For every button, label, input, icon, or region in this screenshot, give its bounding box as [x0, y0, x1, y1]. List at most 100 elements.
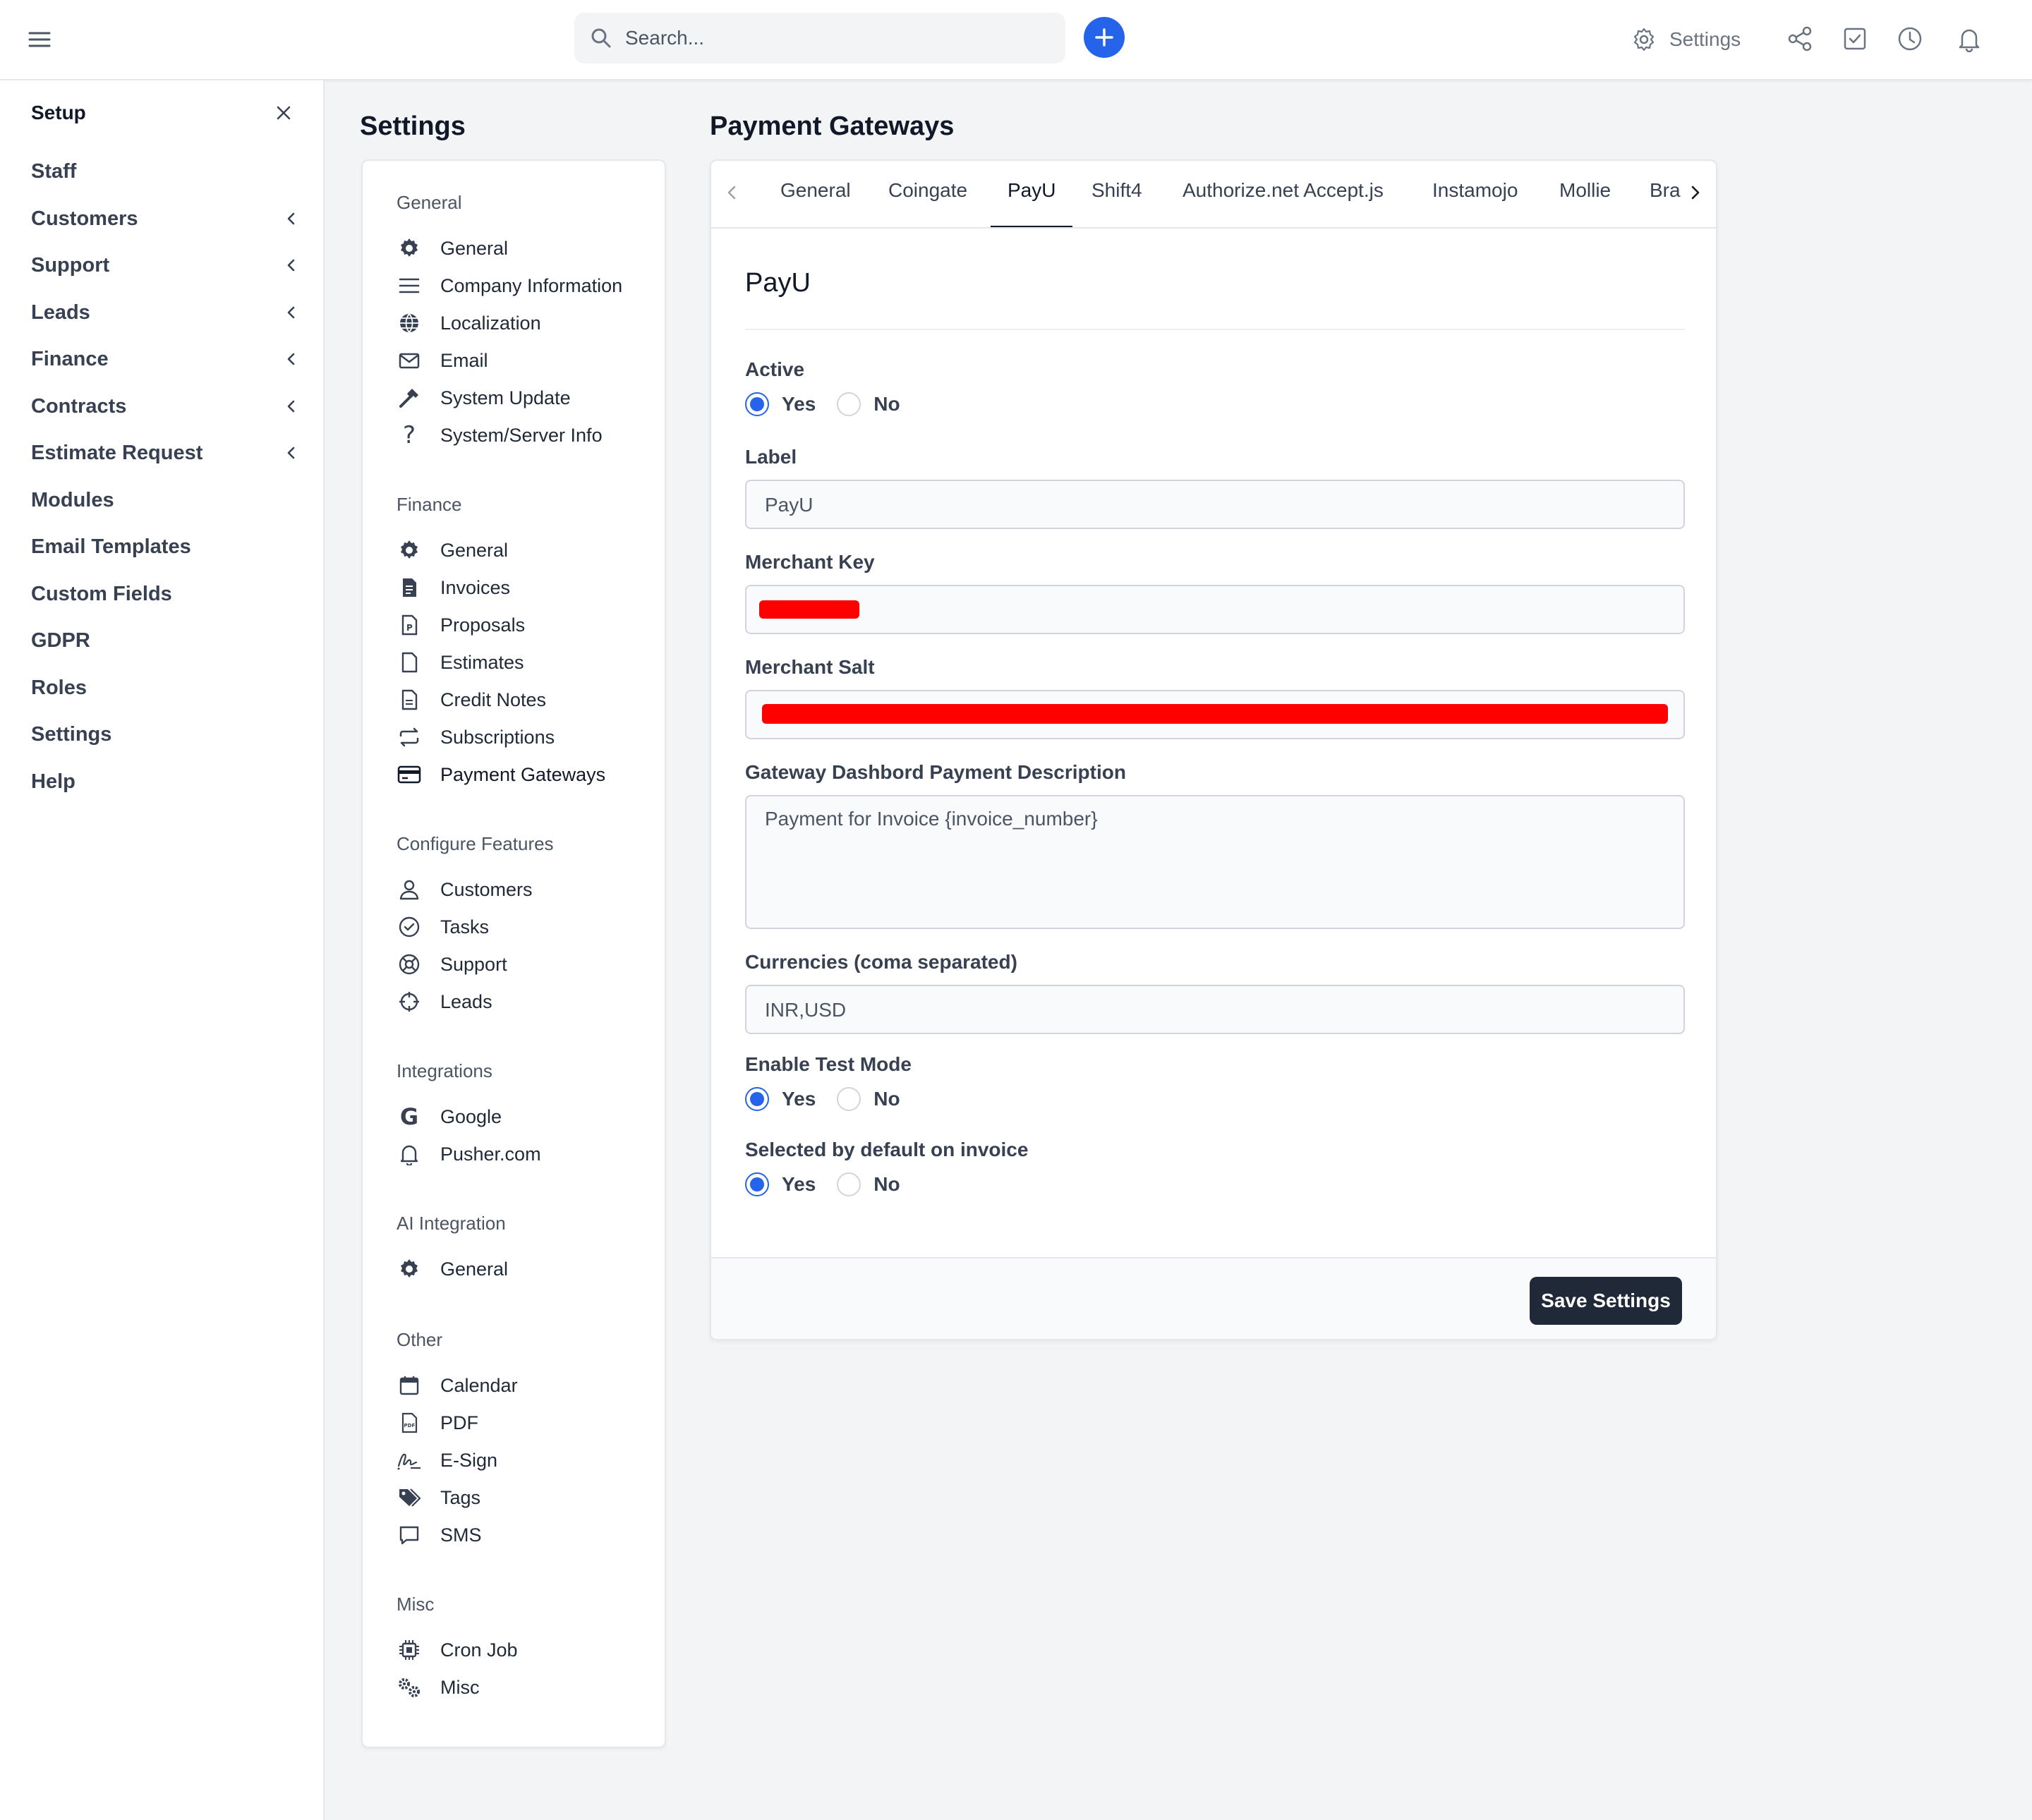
nav-features-leads[interactable]: Leads: [397, 986, 492, 1017]
nav-pusher[interactable]: Pusher.com: [397, 1139, 541, 1170]
sidebar-item-customers[interactable]: Customers: [31, 201, 299, 236]
quick-create-button[interactable]: [1084, 17, 1125, 58]
clock-icon[interactable]: [1897, 25, 1923, 52]
merchant-salt-input[interactable]: [745, 690, 1685, 739]
settings-link[interactable]: Settings: [1631, 27, 1741, 52]
nav-features-support[interactable]: Support: [397, 949, 507, 980]
globe-icon: [397, 310, 422, 336]
envelope-icon: [397, 348, 422, 373]
nav-sms[interactable]: SMS: [397, 1519, 482, 1551]
nav-proposals[interactable]: P Proposals: [397, 609, 525, 641]
sidebar-item-leads[interactable]: Leads: [31, 295, 299, 330]
sidebar-item-modules[interactable]: Modules: [31, 483, 299, 518]
nav-tags[interactable]: Tags: [397, 1482, 480, 1513]
sidebar-item-estimate-request[interactable]: Estimate Request: [31, 435, 299, 471]
nav-payment-gateways[interactable]: Payment Gateways: [397, 759, 605, 790]
sidebar-item-help[interactable]: Help: [31, 764, 299, 799]
nav-subscriptions[interactable]: Subscriptions: [397, 722, 555, 753]
nav-system-server-info[interactable]: ? System/Server Info: [397, 420, 603, 451]
nav-email[interactable]: Email: [397, 345, 488, 376]
sidebar-item-staff[interactable]: Staff: [31, 154, 299, 189]
group-title-misc: Misc: [397, 1594, 435, 1615]
default-yes-radio[interactable]: [745, 1172, 769, 1196]
sidebar-item-roles[interactable]: Roles: [31, 670, 299, 705]
tab-braintree[interactable]: Bra: [1650, 179, 1681, 202]
nav-features-customers[interactable]: Customers: [397, 874, 533, 905]
test-mode-yes-radio[interactable]: [745, 1087, 769, 1111]
sidebar-item-label: Contracts: [31, 394, 127, 418]
merchant-key-label: Merchant Key: [745, 551, 875, 573]
nav-credit-notes[interactable]: Credit Notes: [397, 684, 546, 715]
tab-coingate[interactable]: Coingate: [888, 179, 967, 202]
sidebar-item-gdpr[interactable]: GDPR: [31, 623, 299, 658]
nav-general-general[interactable]: General: [397, 233, 508, 264]
description-label: Gateway Dashbord Payment Description: [745, 761, 1126, 783]
default-on-invoice-radio-group: Yes No: [745, 1172, 900, 1196]
chat-icon: [397, 1522, 422, 1548]
sidebar-item-label: Estimate Request: [31, 442, 203, 464]
nav-company-information[interactable]: Company Information: [397, 270, 622, 301]
nav-localization[interactable]: Localization: [397, 308, 541, 339]
tab-authorize-net[interactable]: Authorize.net Accept.js: [1183, 179, 1384, 202]
menu-icon[interactable]: [27, 27, 52, 52]
bell-icon[interactable]: [1956, 25, 1983, 52]
close-icon[interactable]: [275, 104, 292, 121]
merchant-key-input[interactable]: [745, 585, 1685, 634]
label-input[interactable]: PayU: [745, 480, 1685, 529]
sidebar-title: Setup: [31, 102, 86, 123]
tab-mollie[interactable]: Mollie: [1559, 179, 1611, 202]
tab-shift4[interactable]: Shift4: [1091, 179, 1142, 202]
check-circle-icon: [397, 914, 422, 940]
checkbox-icon[interactable]: [1842, 25, 1868, 52]
group-title-finance: Finance: [397, 494, 462, 515]
nav-estimates[interactable]: Estimates: [397, 647, 524, 678]
search-input[interactable]: Search...: [574, 13, 1065, 63]
tab-instamojo[interactable]: Instamojo: [1432, 179, 1518, 202]
sidebar-item-label: Finance: [31, 348, 109, 370]
group-title-ai-integration: AI Integration: [397, 1213, 506, 1234]
description-textarea[interactable]: Payment for Invoice {invoice_number}: [745, 795, 1685, 929]
save-settings-button[interactable]: Save Settings: [1530, 1277, 1682, 1325]
label-field-label: Label: [745, 446, 797, 468]
sidebar-item-label: Help: [31, 770, 75, 793]
sidebar-item-email-templates[interactable]: Email Templates: [31, 529, 299, 564]
sidebar-item-support[interactable]: Support: [31, 248, 299, 283]
test-mode-radio-group: Yes No: [745, 1087, 900, 1111]
gear-icon: [1633, 28, 1655, 51]
sidebar-item-contracts[interactable]: Contracts: [31, 389, 299, 424]
active-yes-radio[interactable]: [745, 392, 769, 416]
invoice-icon: [397, 575, 422, 600]
sidebar-item-finance[interactable]: Finance: [31, 341, 299, 377]
tab-general[interactable]: General: [780, 179, 851, 202]
sidebar-item-settings[interactable]: Settings: [31, 717, 299, 752]
nav-calendar[interactable]: Calendar: [397, 1370, 518, 1401]
nav-google[interactable]: G Google: [397, 1101, 502, 1132]
share-icon[interactable]: [1786, 25, 1813, 52]
nav-invoices[interactable]: Invoices: [397, 572, 510, 603]
chevron-right-icon[interactable]: [1685, 182, 1706, 203]
nav-finance-general[interactable]: General: [397, 535, 508, 566]
tab-payu[interactable]: PayU: [1008, 179, 1056, 202]
active-tab-indicator: [991, 226, 1072, 227]
default-no-radio[interactable]: [837, 1172, 861, 1196]
nav-cron-job[interactable]: Cron Job: [397, 1634, 518, 1666]
nav-misc[interactable]: Misc: [397, 1672, 480, 1703]
nav-pdf[interactable]: PDF PDF: [397, 1407, 478, 1438]
nav-ai-general[interactable]: General: [397, 1254, 508, 1285]
active-no-radio[interactable]: [837, 392, 861, 416]
sidebar-item-label: Customers: [31, 207, 138, 230]
test-mode-no-radio[interactable]: [837, 1087, 861, 1111]
chevron-left-icon: [284, 305, 299, 320]
lifebuoy-icon: [397, 952, 422, 977]
svg-text:P: P: [406, 623, 413, 633]
gear-icon: [397, 538, 422, 563]
gear-icon: [397, 1256, 422, 1282]
sidebar-item-custom-fields[interactable]: Custom Fields: [31, 576, 299, 612]
nav-e-sign[interactable]: E-Sign: [397, 1445, 497, 1476]
settings-nav-panel: General General Company Information Loca…: [361, 159, 666, 1748]
currencies-input[interactable]: INR,USD: [745, 985, 1685, 1034]
nav-system-update[interactable]: System Update: [397, 382, 571, 413]
chevron-left-icon[interactable]: [721, 182, 742, 203]
nav-features-tasks[interactable]: Tasks: [397, 911, 489, 942]
gateway-tabs: General Coingate PayU Shift4 Authorize.n…: [711, 161, 1716, 229]
